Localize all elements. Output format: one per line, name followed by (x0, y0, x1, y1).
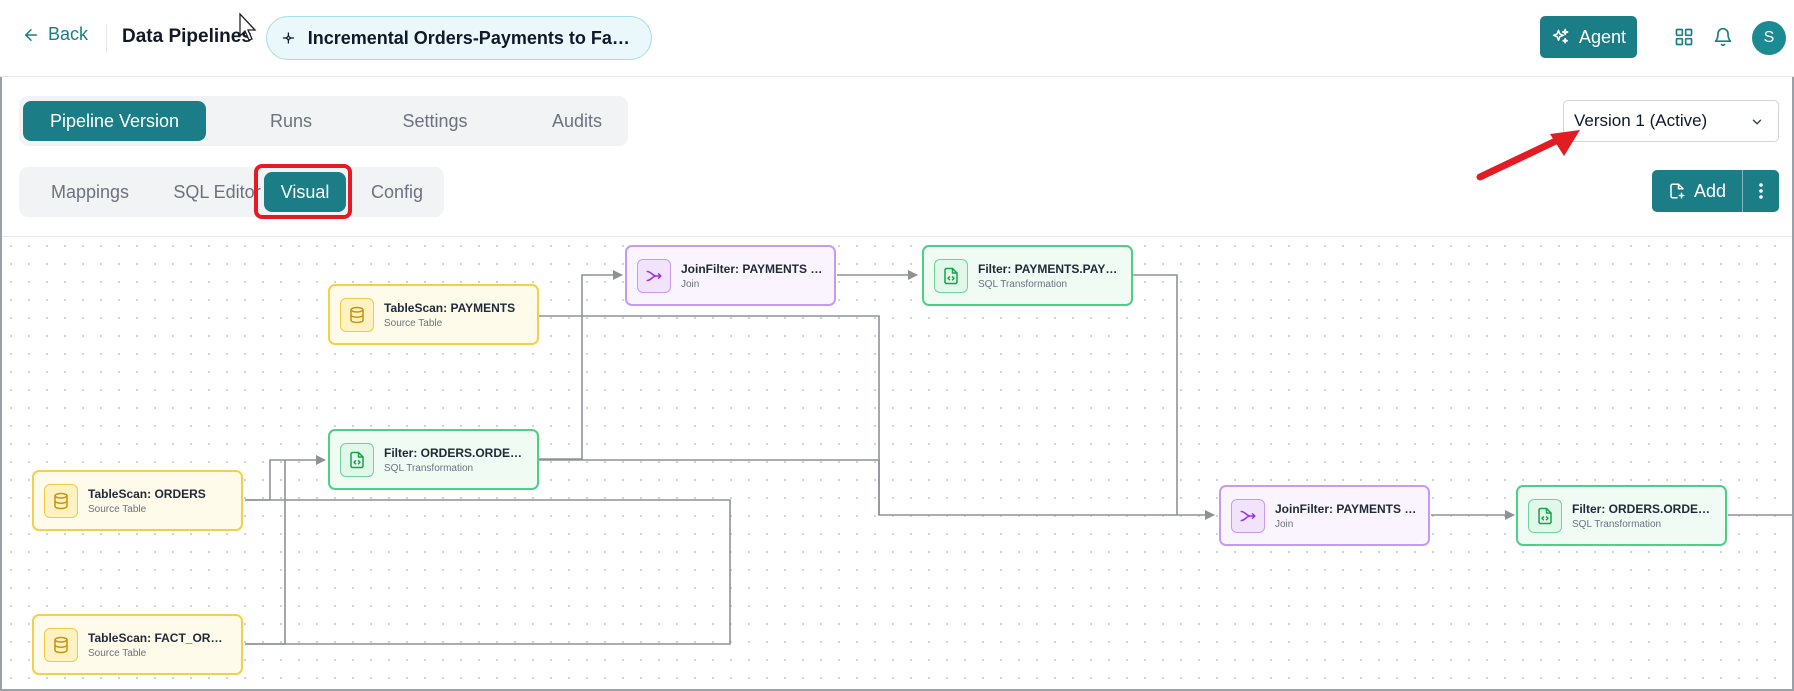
node-subtitle: SQL Transformation (1572, 518, 1662, 530)
node-subtitle: Join (1275, 518, 1294, 530)
node-title: Filter: ORDERS.ORDER… (384, 445, 527, 460)
tab-runs[interactable]: Runs (227, 101, 355, 141)
node-filter-orders[interactable]: Filter: ORDERS.ORDER… SQL Transformation (328, 429, 539, 490)
pipeline-canvas[interactable]: TableScan: PAYMENTS Source Table TableSca… (2, 236, 1792, 689)
edge-filter-payments-to-join2 (1133, 274, 1178, 515)
node-title: TableScan: ORDERS (88, 486, 206, 501)
breadcrumb-data-pipelines[interactable]: Data Pipelines (122, 26, 252, 48)
node-title: Filter: PAYMENTS.PAY… (978, 261, 1118, 276)
node-subtitle: Source Table (384, 317, 443, 329)
node-subtitle: Join (681, 278, 700, 290)
user-avatar[interactable]: S (1752, 21, 1786, 55)
node-tablescan-orders[interactable]: TableScan: ORDERS Source Table (32, 470, 243, 531)
subtab-mappings[interactable]: Mappings (27, 172, 153, 212)
node-subtitle: Source Table (88, 503, 147, 515)
code-file-icon (340, 442, 374, 477)
database-icon (340, 297, 374, 332)
pipeline-title: Incremental Orders-Payments to Fact O… (307, 27, 637, 48)
edge-fact-to-filter (245, 460, 286, 645)
database-icon (44, 627, 78, 662)
back-label: Back (48, 24, 89, 44)
sparkle-icon (282, 32, 294, 44)
node-title: TableScan: PAYMENTS (384, 300, 516, 315)
edge-filter-orders-to-join2 (539, 459, 880, 515)
top-header: Back Data Pipelines Incremental Orders-P… (0, 0, 1794, 77)
mouse-cursor-icon (239, 12, 257, 41)
visual-tab-highlight (254, 164, 352, 219)
merge-icon (1231, 498, 1265, 533)
apps-grid-icon[interactable] (1674, 27, 1694, 47)
edge-fact-to-join2 (245, 515, 731, 645)
code-file-icon (1528, 498, 1562, 533)
node-filter-orders-final[interactable]: Filter: ORDERS.ORDER… SQL Transformation (1516, 485, 1727, 546)
node-title: JoinFilter: PAYMENTS [… (1275, 501, 1418, 516)
node-subtitle: SQL Transformation (978, 278, 1068, 290)
add-button-group: Add (1652, 170, 1779, 212)
version-select[interactable]: Version 1 (Active) (1563, 100, 1779, 142)
more-vertical-icon (1759, 183, 1763, 199)
node-title: Filter: ORDERS.ORDER… (1572, 501, 1715, 516)
node-subtitle: SQL Transformation (384, 462, 474, 474)
edge-filter-to-join1 (539, 270, 623, 460)
view-subtabs: Mappings SQL Editor Visual Config (19, 167, 444, 217)
node-subtitle: Source Table (88, 647, 147, 659)
agent-label: Agent (1578, 26, 1627, 47)
tab-pipeline-version[interactable]: Pipeline Version (23, 101, 206, 141)
node-joinfilter-payments-2[interactable]: JoinFilter: PAYMENTS [… Join (1219, 485, 1430, 546)
subtab-config[interactable]: Config (357, 172, 437, 212)
edge-payments-to-join2 (539, 315, 1215, 520)
add-button[interactable]: Add (1652, 170, 1742, 212)
version-select-value: Version 1 (Active) (1574, 111, 1708, 130)
back-button[interactable]: Back (22, 24, 88, 45)
database-icon (44, 483, 78, 518)
bell-icon[interactable] (1713, 27, 1733, 47)
annotation-arrow (1476, 130, 1580, 181)
code-file-icon (934, 258, 968, 293)
add-label: Add (1693, 180, 1727, 201)
edge-layer (245, 270, 1792, 645)
sparkles-icon (1552, 28, 1569, 44)
tab-settings[interactable]: Settings (365, 101, 505, 141)
edge-orders-to-join2 (245, 499, 731, 515)
header-divider (106, 24, 107, 52)
node-title: JoinFilter: PAYMENTS [… (681, 261, 824, 276)
pipeline-title-pill[interactable]: Incremental Orders-Payments to Fact O… (266, 16, 652, 60)
arrow-left-icon (25, 28, 37, 41)
node-joinfilter-payments-1[interactable]: JoinFilter: PAYMENTS [… Join (625, 245, 836, 306)
more-options-button[interactable] (1743, 170, 1779, 212)
tab-audits[interactable]: Audits (507, 101, 647, 141)
chevron-down-icon (1752, 119, 1762, 125)
merge-icon (637, 258, 671, 293)
node-filter-payments[interactable]: Filter: PAYMENTS.PAY… SQL Transformation (922, 245, 1133, 306)
main-tabs: Pipeline Version Runs Settings Audits (19, 96, 628, 146)
node-title: TableScan: FACT_ORD… (88, 630, 231, 645)
node-tablescan-payments[interactable]: TableScan: PAYMENTS Source Table (328, 284, 539, 345)
node-tablescan-fact-ord[interactable]: TableScan: FACT_ORD… Source Table (32, 614, 243, 675)
file-plus-icon (1670, 183, 1685, 199)
agent-button[interactable]: Agent (1540, 16, 1637, 58)
